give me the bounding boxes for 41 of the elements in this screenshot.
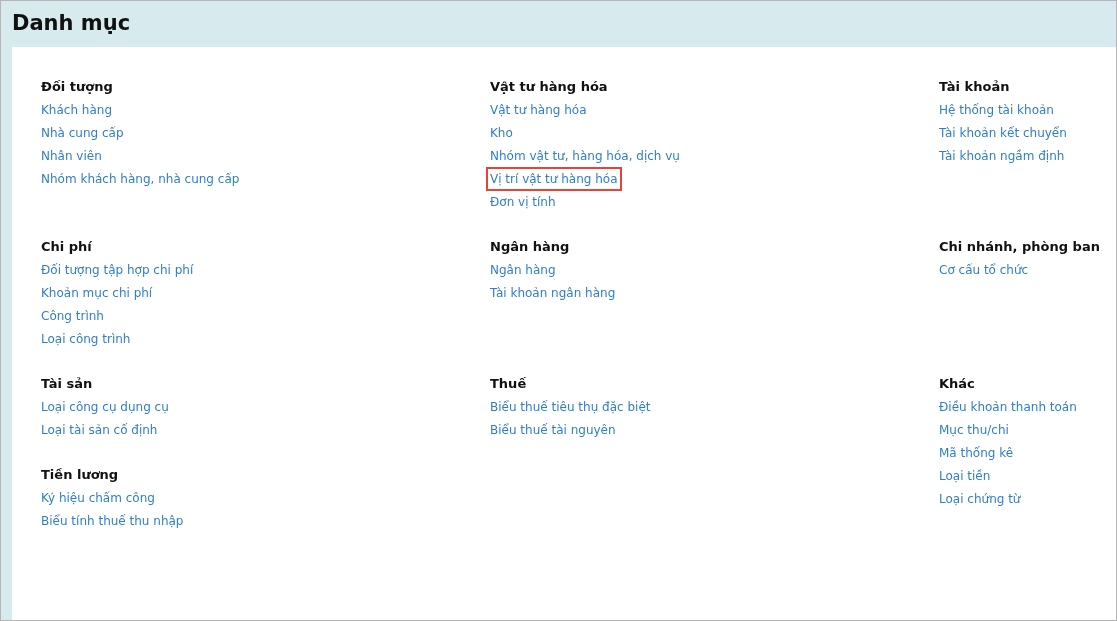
category-link[interactable]: Nhóm vật tư, hàng hóa, dịch vụ bbox=[490, 146, 680, 165]
section-heading: Chi nhánh, phòng ban bbox=[939, 238, 1101, 256]
category-link[interactable]: Ký hiệu chấm công bbox=[41, 488, 155, 507]
section-heading: Vật tư hàng hóa bbox=[490, 78, 609, 96]
section-heading: Tài khoản bbox=[939, 78, 1011, 96]
category-link[interactable]: Mục thu/chi bbox=[939, 420, 1009, 439]
category-link[interactable]: Biểu tính thuế thu nhập bbox=[41, 511, 184, 530]
category-link[interactable]: Loại tài sản cố định bbox=[41, 420, 158, 439]
category-link[interactable]: Tài khoản ngân hàng bbox=[490, 283, 616, 302]
category-link[interactable]: Biểu thuế tiêu thụ đặc biệt bbox=[490, 397, 651, 416]
category-link[interactable]: Nhân viên bbox=[41, 146, 102, 165]
category-link[interactable]: Biểu thuế tài nguyên bbox=[490, 420, 616, 439]
category-link[interactable]: Đơn vị tính bbox=[490, 192, 556, 211]
category-link[interactable]: Nhà cung cấp bbox=[41, 123, 124, 142]
category-link[interactable]: Tài khoản kết chuyển bbox=[939, 123, 1067, 142]
category-link[interactable]: Khách hàng bbox=[41, 100, 113, 119]
category-link[interactable]: Hệ thống tài khoản bbox=[939, 100, 1054, 119]
category-link[interactable]: Cơ cấu tổ chức bbox=[939, 260, 1029, 279]
section-heading: Thuế bbox=[490, 375, 528, 393]
category-link[interactable]: Loại chứng từ bbox=[939, 489, 1021, 508]
section-heading: Chi phí bbox=[41, 238, 93, 256]
category-link[interactable]: Công trình bbox=[41, 306, 104, 325]
category-link[interactable]: Kho bbox=[490, 123, 513, 142]
category-link[interactable]: Mã thống kê bbox=[939, 443, 1014, 462]
category-link[interactable]: Vị trí vật tư hàng hóa bbox=[488, 168, 620, 189]
category-link[interactable]: Tài khoản ngầm định bbox=[939, 146, 1065, 165]
section-heading: Khác bbox=[939, 375, 976, 393]
section-heading: Ngân hàng bbox=[490, 238, 571, 256]
page-title: Danh mục bbox=[12, 10, 131, 38]
category-link[interactable]: Điều khoản thanh toán bbox=[939, 397, 1077, 416]
category-link[interactable]: Loại tiền bbox=[939, 466, 991, 485]
category-link[interactable]: Ngân hàng bbox=[490, 260, 556, 279]
category-link[interactable]: Loại công trình bbox=[41, 329, 131, 348]
section-heading: Tiền lương bbox=[41, 466, 120, 484]
category-link[interactable]: Vật tư hàng hóa bbox=[490, 100, 587, 119]
category-link[interactable]: Đối tượng tập hợp chi phí bbox=[41, 260, 194, 279]
category-link[interactable]: Loại công cụ dụng cụ bbox=[41, 397, 169, 416]
category-link[interactable]: Nhóm khách hàng, nhà cung cấp bbox=[41, 169, 240, 188]
category-link[interactable]: Khoản mục chi phí bbox=[41, 283, 153, 302]
section-heading: Đối tượng bbox=[41, 78, 114, 96]
section-heading: Tài sản bbox=[41, 375, 94, 393]
